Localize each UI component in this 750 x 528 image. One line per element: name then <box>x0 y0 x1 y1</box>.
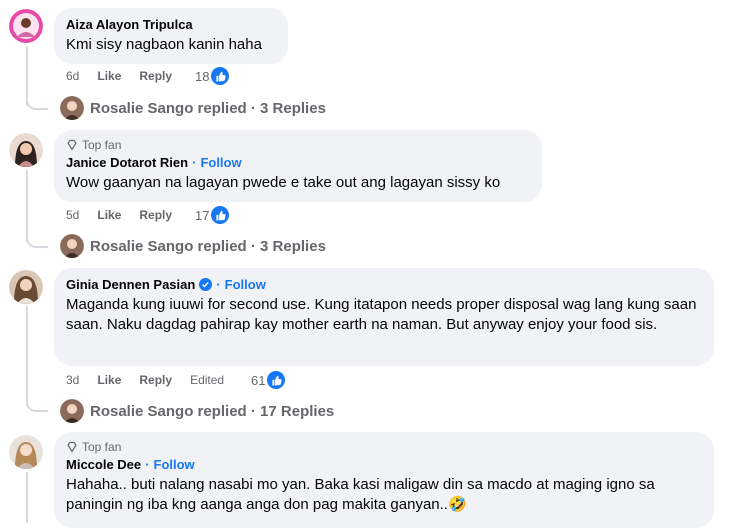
thread-connector <box>26 98 48 110</box>
commenter-name[interactable]: Ginia Dennen Pasian <box>66 276 195 293</box>
comment-text: Maganda kung iuuwi for second use. Kung … <box>66 296 697 333</box>
reaction-number: 18 <box>195 68 210 84</box>
reaction-count[interactable]: 61 <box>251 371 286 389</box>
replier-avatar <box>60 96 84 120</box>
diamond-icon <box>67 139 77 151</box>
thread-line <box>26 306 28 406</box>
avatar[interactable] <box>9 435 43 469</box>
replies-summary: Rosalie Sango replied · 3 Replies <box>90 237 326 255</box>
reply-button[interactable]: Reply <box>139 208 172 222</box>
comment-timestamp[interactable]: 3d <box>66 373 79 387</box>
like-button[interactable]: Like <box>97 373 121 387</box>
separator-dot: · <box>216 277 221 292</box>
comment-actions: 3d Like Reply Edited <box>66 372 242 388</box>
reaction-count[interactable]: 17 <box>195 206 230 224</box>
reply-button[interactable]: Reply <box>139 69 172 83</box>
top-fan-label: Top fan <box>82 440 122 454</box>
view-replies-link[interactable]: Rosalie Sango replied · 17 Replies <box>60 399 334 423</box>
comment-actions: 5d Like Reply <box>66 207 190 223</box>
thumbs-up-icon <box>267 371 286 389</box>
verified-badge-icon <box>199 278 213 291</box>
separator-dot: · <box>192 155 197 170</box>
view-replies-link[interactable]: Rosalie Sango replied · 3 Replies <box>60 234 326 258</box>
comment-text: Hahaha.. buti nalang nasabi mo yan. Baka… <box>66 475 702 515</box>
like-button[interactable]: Like <box>97 69 121 83</box>
replier-avatar <box>60 234 84 258</box>
comment-text: Wow gaanyan na lagayan pwede e take out … <box>66 174 501 191</box>
view-replies-link[interactable]: Rosalie Sango replied · 3 Replies <box>60 96 326 120</box>
avatar[interactable] <box>9 9 43 43</box>
replies-summary: Rosalie Sango replied · 3 Replies <box>90 99 326 117</box>
comment-actions: 6d Like Reply <box>66 68 190 84</box>
thread-connector <box>26 236 48 248</box>
commenter-name[interactable]: Miccole Dee <box>66 456 141 473</box>
diamond-icon <box>67 441 77 453</box>
like-button[interactable]: Like <box>97 208 121 222</box>
follow-button[interactable]: Follow <box>200 154 241 171</box>
top-fan-badge: Top fan <box>66 440 702 454</box>
replier-avatar <box>60 399 84 423</box>
replies-summary: Rosalie Sango replied · 17 Replies <box>90 402 335 420</box>
avatar[interactable] <box>9 133 43 167</box>
comment-text-body: Hahaha.. buti nalang nasabi mo yan. Baka… <box>66 476 655 513</box>
reaction-count[interactable]: 18 <box>195 67 230 85</box>
comment-timestamp[interactable]: 5d <box>66 208 79 222</box>
separator-dot: · <box>145 457 150 472</box>
thread-line <box>26 170 28 242</box>
thumbs-up-icon <box>211 206 230 224</box>
commenter-name[interactable]: Janice Dotarot Rien <box>66 154 188 171</box>
reaction-number: 61 <box>251 372 266 388</box>
edited-label: Edited <box>190 373 225 387</box>
follow-button[interactable]: Follow <box>154 456 195 473</box>
thread-connector <box>26 400 48 412</box>
follow-button[interactable]: Follow <box>225 276 266 293</box>
comment-bubble: Top fan Miccole Dee · Follow Hahaha.. bu… <box>54 432 714 528</box>
reaction-number: 17 <box>195 207 210 223</box>
thread-line <box>26 46 28 106</box>
laughing-emoji: 🤣 <box>447 496 467 513</box>
comment-bubble: Ginia Dennen Pasian · Follow Maganda kun… <box>54 268 714 366</box>
top-fan-badge: Top fan <box>66 138 530 152</box>
thumbs-up-icon <box>211 67 230 85</box>
comment-bubble: Top fan Janice Dotarot Rien · Follow Wow… <box>54 130 542 202</box>
reply-button[interactable]: Reply <box>139 373 172 387</box>
thread-line <box>26 472 28 523</box>
comment-text: Kmi sisy nagbaon kanin haha <box>66 36 262 53</box>
commenter-name[interactable]: Aiza Alayon Tripulca <box>66 16 193 33</box>
top-fan-label: Top fan <box>82 138 122 152</box>
comment-timestamp[interactable]: 6d <box>66 69 79 83</box>
comment-bubble: Aiza Alayon Tripulca Kmi sisy nagbaon ka… <box>54 8 288 64</box>
avatar[interactable] <box>9 270 43 304</box>
